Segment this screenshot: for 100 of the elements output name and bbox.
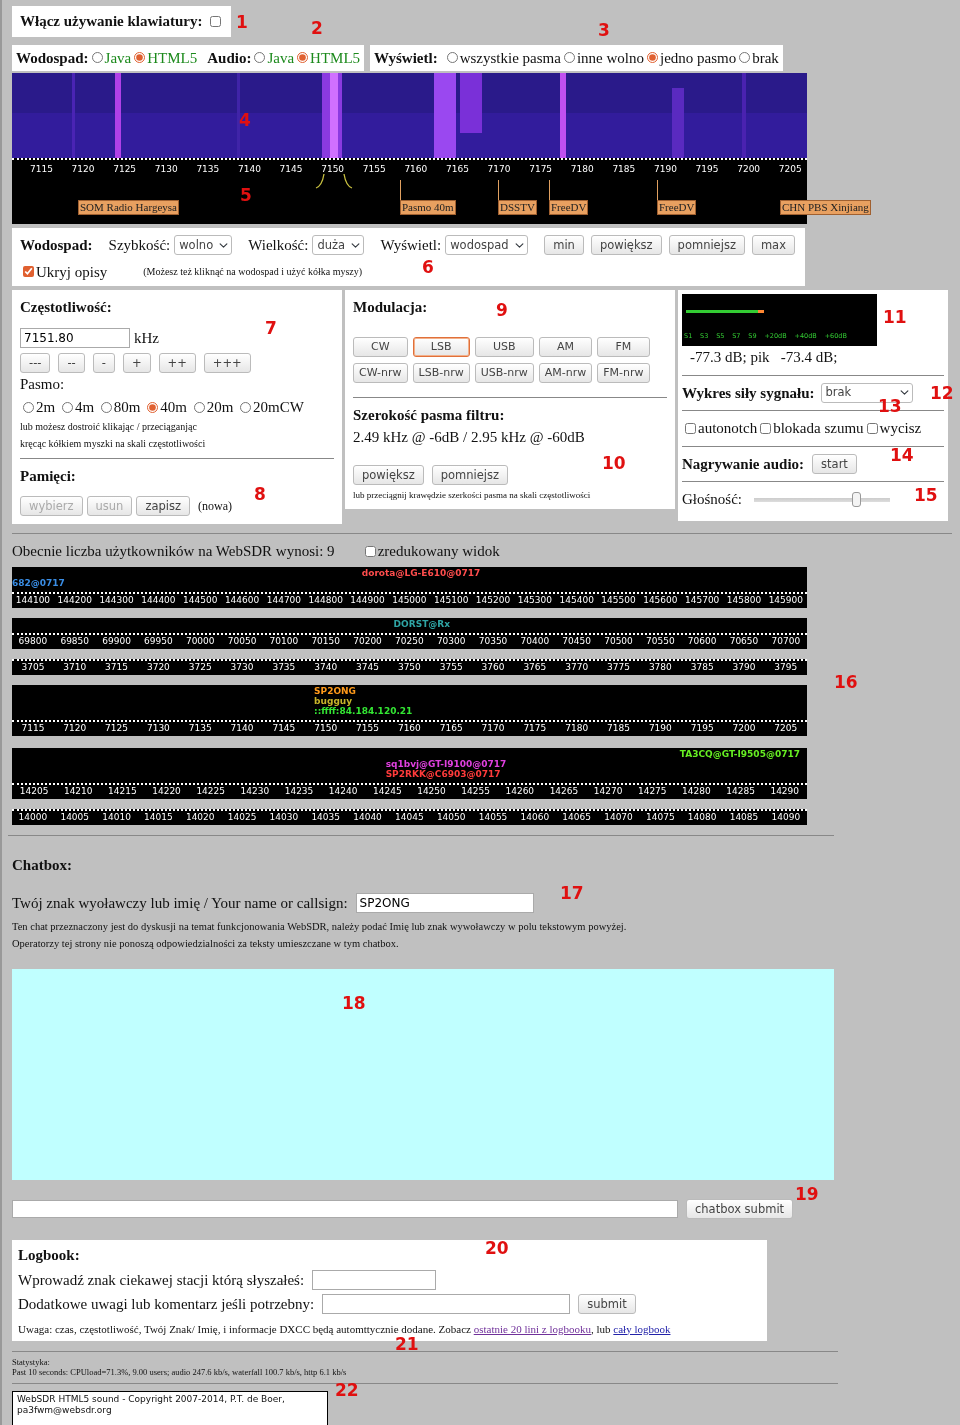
stats-text: Past 10 seconds: CPUload=71.3%, 9.00 users; audio 247.6 kb/s, waterfall 100.7 kb/s, http 6.1 kb/s: [12, 1367, 348, 1377]
unit-label: kHz: [134, 328, 159, 348]
checkbox[interactable]: [866, 422, 878, 434]
mode-button[interactable]: LSB: [412, 336, 470, 357]
radio-button[interactable]: [240, 401, 252, 413]
annotation-number: 4: [239, 110, 251, 130]
scale-label: 3795: [774, 661, 798, 672]
checkbox[interactable]: [23, 266, 34, 278]
button[interactable]: min: [544, 235, 584, 256]
checkbox[interactable]: [210, 15, 222, 27]
mode-button[interactable]: AM-nrw: [538, 362, 593, 383]
button[interactable]: powiększ: [353, 464, 424, 485]
radio-button[interactable]: [646, 52, 658, 64]
radio-button[interactable]: [23, 401, 34, 413]
section-title: Pamięci:: [20, 468, 76, 484]
memory-button[interactable]: zapisz: [136, 495, 190, 516]
passband-icon[interactable]: [314, 172, 354, 190]
radio-button[interactable]: [100, 401, 112, 413]
scale-label: 7185: [612, 164, 636, 174]
tune-button[interactable]: ++: [158, 353, 196, 373]
scale-label: 14240: [328, 785, 358, 796]
submit-button[interactable]: submit: [578, 1294, 636, 1315]
tune-button[interactable]: -: [92, 353, 115, 373]
dropdown[interactable]: duża: [312, 235, 365, 256]
tune-button[interactable]: ---: [20, 353, 51, 373]
mode-button[interactable]: FM: [597, 336, 650, 357]
station-tag[interactable]: SOM Radio Hargeysa: [78, 200, 179, 215]
scale-label: 145400: [559, 594, 594, 605]
radio-button[interactable]: [193, 401, 205, 413]
scale-label: 14060: [520, 811, 550, 822]
text-field[interactable]: [322, 1294, 571, 1315]
mode-button[interactable]: USB: [474, 336, 534, 357]
radio-label: HTML5: [310, 48, 361, 68]
scale-label: 145500: [601, 594, 636, 605]
mode-button[interactable]: AM: [538, 336, 593, 357]
scale-label: 7145: [279, 164, 303, 174]
radio-button[interactable]: [61, 401, 73, 413]
scale-label: 70300: [436, 635, 466, 646]
radio-button[interactable]: [147, 401, 159, 413]
button[interactable]: powiększ: [590, 235, 662, 256]
radio-button[interactable]: [563, 52, 575, 64]
radio-button[interactable]: [134, 52, 146, 64]
scale-label: 3775: [607, 661, 630, 672]
dropdown[interactable]: wolno: [174, 235, 233, 256]
station-tag[interactable]: DSSTV: [498, 200, 537, 215]
radio-button[interactable]: [446, 52, 458, 64]
scale-label: 70550: [646, 635, 675, 646]
scale-label: 14090: [771, 811, 801, 822]
record-button[interactable]: start: [812, 453, 857, 474]
scale-label: 7140: [230, 722, 254, 733]
user-label: 682@0717: [12, 577, 65, 588]
chat-field[interactable]: [12, 1200, 678, 1218]
station-tag[interactable]: Pasmo 40m: [400, 200, 456, 215]
annotation-number: 22: [335, 1380, 359, 1400]
scale-label: 7175: [523, 722, 547, 733]
station-tag[interactable]: FreeDV: [549, 200, 589, 215]
radio-button[interactable]: [254, 52, 266, 64]
text-field[interactable]: [312, 1269, 437, 1290]
name-field[interactable]: SP2ONG: [355, 893, 534, 914]
scale-label: 70450: [562, 635, 591, 646]
tune-button[interactable]: +++: [203, 353, 251, 373]
scale-label: 7190: [648, 722, 672, 733]
radio-button[interactable]: [297, 52, 309, 64]
radio-button[interactable]: [739, 52, 751, 64]
station-tag[interactable]: CHN PBS Xinjiang: [780, 200, 871, 215]
user-label: dorota@LG-E610@0717: [361, 567, 481, 578]
scale-label: 144300: [99, 594, 134, 605]
mode-button[interactable]: FM-nrw: [597, 362, 650, 383]
mode-button[interactable]: CW: [353, 336, 408, 357]
link[interactable]: ostatnie 20 lini z logbooku: [473, 1322, 591, 1335]
scale-label: 70700: [771, 635, 801, 646]
button[interactable]: pomniejsz: [431, 464, 509, 485]
button[interactable]: pomniejsz: [668, 235, 745, 256]
scale-label: 14020: [185, 811, 215, 822]
mode-button[interactable]: CW-nrw: [353, 362, 408, 383]
scale-label: 145800: [726, 594, 762, 605]
radio-label: 20m: [206, 398, 234, 415]
checkbox[interactable]: [760, 422, 772, 434]
tune-button[interactable]: --: [58, 353, 85, 373]
checkbox[interactable]: [685, 422, 696, 434]
scale-label: 7155: [356, 722, 379, 733]
button[interactable]: max: [751, 235, 795, 256]
mode-button[interactable]: USB-nrw: [474, 362, 534, 383]
field-label: Dodatkowe uwagi lub komentarz jeśli potrzebny:: [18, 1295, 315, 1314]
station-tag[interactable]: FreeDV: [657, 200, 697, 215]
chat-submit-button[interactable]: chatbox submit: [686, 1199, 794, 1219]
scale-label: 14075: [646, 811, 675, 822]
dropdown[interactable]: wodospad: [445, 235, 529, 256]
link[interactable]: cały logbook: [613, 1322, 671, 1335]
mode-button[interactable]: LSB-nrw: [412, 362, 470, 383]
scale-label: 14255: [461, 785, 490, 796]
frequency-field[interactable]: 7151.80: [20, 327, 130, 348]
annotation-number: 9: [496, 300, 508, 320]
radio-label: brak: [752, 48, 779, 68]
slider-thumb[interactable]: [852, 491, 862, 507]
tune-button[interactable]: +: [122, 353, 151, 373]
section-title: Wodospad:: [20, 236, 93, 255]
scale-label: 14065: [562, 811, 591, 822]
radio-button[interactable]: [91, 52, 103, 64]
checkbox[interactable]: [364, 545, 376, 557]
